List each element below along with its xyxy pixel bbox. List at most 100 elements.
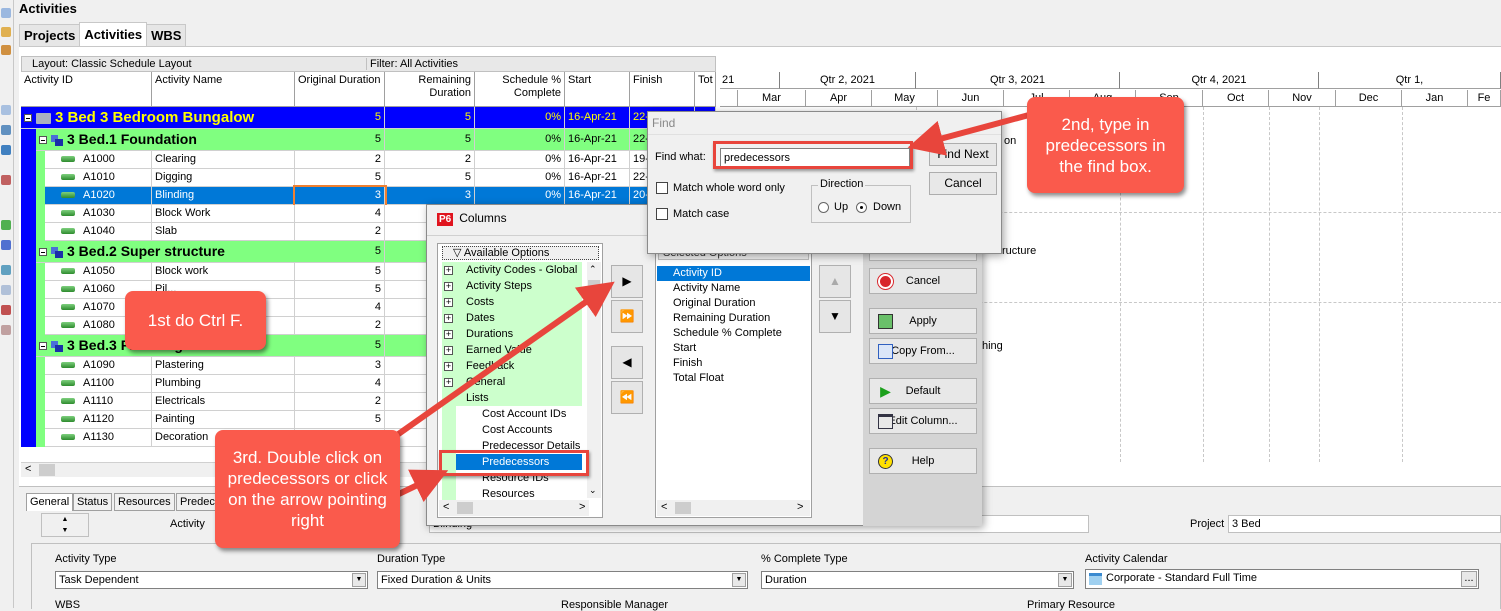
wbs-name-cell[interactable]: 3 Bed.1 Foundation — [36, 129, 295, 151]
resource-icon[interactable] — [1, 265, 11, 275]
available-option-item[interactable]: + Earned Value — [442, 342, 582, 358]
cancel-button[interactable]: Cancel — [869, 268, 977, 294]
filter-label[interactable]: Filter: All Activities — [366, 58, 458, 70]
original-duration-cell[interactable]: 4 — [295, 299, 385, 317]
collapse-icon[interactable] — [39, 248, 47, 257]
scroll-right-icon[interactable]: > — [579, 501, 585, 513]
project-field[interactable]: 3 Bed — [1228, 515, 1501, 533]
edit-column-button[interactable]: Edit Column... — [869, 408, 977, 434]
original-duration-cell[interactable]: 3 — [293, 185, 387, 207]
collapse-icon[interactable] — [24, 114, 32, 123]
col-start[interactable]: Start — [565, 72, 630, 107]
activity-id-cell[interactable]: A1040 — [45, 223, 152, 241]
activity-calendar-field[interactable]: Corporate - Standard Full Time ... — [1085, 569, 1479, 589]
available-option-item[interactable]: + Costs — [442, 294, 582, 310]
chevron-down-icon[interactable]: ▼ — [352, 573, 366, 587]
activity-id-cell[interactable]: A1010 — [45, 169, 152, 187]
wbs-row[interactable]: 3 Bed.1 Foundation 5 5 0% 16-Apr-21 22- — [21, 129, 716, 151]
scroll-left-icon[interactable]: < — [661, 501, 667, 513]
original-duration-cell[interactable]: 2 — [295, 151, 385, 169]
schedule-pct-cell[interactable]: 0% — [475, 107, 565, 129]
activity-name-cell[interactable]: Electricals — [152, 393, 295, 411]
original-duration-cell[interactable]: 5 — [295, 169, 385, 187]
calendar-browse-button[interactable]: ... — [1461, 571, 1477, 587]
selected-option-item[interactable]: Start — [657, 341, 810, 356]
issues-icon[interactable] — [1, 325, 11, 335]
layout-label[interactable]: Layout: Classic Schedule Layout — [32, 58, 192, 70]
wbs-icon[interactable] — [1, 240, 11, 250]
activity-type-select[interactable]: Task Dependent ▼ — [55, 571, 368, 589]
start-cell[interactable]: 16-Apr-21 — [565, 187, 630, 205]
remaining-duration-cell[interactable]: 3 — [385, 187, 475, 205]
selected-options-list[interactable]: Selected Options Activity IDActivity Nam… — [655, 243, 812, 518]
circle-icon[interactable] — [1, 220, 11, 230]
collapse-icon[interactable] — [39, 136, 47, 145]
activity-row[interactable]: A1010 Digging 5 5 0% 16-Apr-21 22- — [21, 169, 716, 187]
layout-bar[interactable]: Layout: Classic Schedule Layout Filter: … — [21, 56, 716, 72]
remove-column-button[interactable]: ◀ — [611, 346, 643, 379]
activity-name-cell[interactable]: Blinding — [152, 187, 295, 205]
activity-name-cell[interactable]: Clearing — [152, 151, 295, 169]
original-duration-cell[interactable]: 5 — [295, 129, 385, 151]
help-button[interactable]: ? Help — [869, 448, 977, 474]
direction-down-radio[interactable] — [856, 202, 867, 213]
selected-option-item[interactable]: Total Float — [657, 371, 810, 386]
col-original-duration[interactable]: Original Duration — [295, 72, 385, 107]
duration-type-select[interactable]: Fixed Duration & Units ▼ — [377, 571, 748, 589]
selected-option-item[interactable]: Activity ID — [657, 266, 810, 281]
schedule-pct-cell[interactable]: 0% — [475, 169, 565, 187]
available-option-item[interactable]: + Feedback — [442, 358, 582, 374]
activity-row[interactable]: A1020 Blinding 3 3 0% 16-Apr-21 20- — [21, 185, 716, 207]
start-cell[interactable]: 16-Apr-21 — [565, 129, 630, 151]
available-option-item[interactable]: + Activity Codes - Global — [442, 262, 582, 278]
selected-option-item[interactable]: Schedule % Complete — [657, 326, 810, 341]
expand-icon[interactable]: + — [444, 362, 453, 371]
available-option-item[interactable]: Cost Accounts — [442, 422, 582, 438]
scroll-thumb[interactable] — [457, 502, 473, 514]
available-option-item[interactable]: + General — [442, 374, 582, 390]
report-icon[interactable] — [1, 175, 11, 185]
move-down-button[interactable]: ▼ — [819, 300, 851, 333]
add-all-columns-button[interactable]: ⏩ — [611, 300, 643, 333]
available-option-item[interactable]: Cost Account IDs — [442, 406, 582, 422]
schedule-pct-cell[interactable]: 0% — [475, 187, 565, 205]
scroll-up-icon[interactable]: ⌃ — [589, 264, 597, 275]
add-column-button[interactable]: ▶ — [611, 265, 643, 298]
original-duration-cell[interactable]: 4 — [295, 375, 385, 393]
activity-name-cell[interactable]: Digging — [152, 169, 295, 187]
remaining-duration-cell[interactable]: 5 — [385, 129, 475, 151]
original-duration-cell[interactable]: 2 — [295, 317, 385, 335]
activity-id-cell[interactable]: A1130 — [45, 429, 152, 447]
selected-option-item[interactable]: Original Duration — [657, 296, 810, 311]
chevron-down-icon[interactable]: ▼ — [732, 573, 746, 587]
layout-icon[interactable] — [1, 145, 11, 155]
original-duration-cell[interactable]: 3 — [295, 357, 385, 375]
original-duration-cell[interactable]: 5 — [295, 411, 385, 429]
original-duration-cell[interactable]: 4 — [295, 205, 385, 223]
available-options-list[interactable]: ▽ Available Options + Activity Codes - Gl… — [437, 243, 603, 518]
activity-id-cell[interactable]: A1020 — [45, 187, 152, 205]
original-duration-cell[interactable]: 2 — [295, 223, 385, 241]
scroll-left-icon[interactable]: < — [443, 501, 449, 513]
activity-name-cell[interactable]: Slab — [152, 223, 295, 241]
activity-name-cell[interactable]: Block work — [152, 263, 295, 281]
original-duration-cell[interactable]: 5 — [295, 263, 385, 281]
copy-from-button[interactable]: Copy From... — [869, 338, 977, 364]
original-duration-cell[interactable]: 5 — [295, 241, 385, 263]
available-options-header[interactable]: ▽ Available Options — [442, 246, 599, 260]
details-tab-general[interactable]: General — [26, 493, 74, 511]
expand-icon[interactable]: + — [444, 378, 453, 387]
remaining-duration-cell[interactable]: 5 — [385, 107, 475, 129]
col-remaining-duration[interactable]: Remaining Duration — [385, 72, 475, 107]
find-cancel-button[interactable]: Cancel — [929, 172, 997, 195]
activity-name-cell[interactable]: Plumbing — [152, 375, 295, 393]
available-option-item[interactable]: + Dates — [442, 310, 582, 326]
selected-option-item[interactable]: Activity Name — [657, 281, 810, 296]
move-up-button[interactable]: ▲ — [819, 265, 851, 298]
document-icon[interactable] — [1, 105, 11, 115]
col-finish[interactable]: Finish — [630, 72, 695, 107]
scroll-left-icon[interactable]: < — [25, 463, 31, 475]
tracking-icon[interactable] — [1, 305, 11, 315]
start-cell[interactable]: 16-Apr-21 — [565, 151, 630, 169]
activity-id-cell[interactable]: A1090 — [45, 357, 152, 375]
